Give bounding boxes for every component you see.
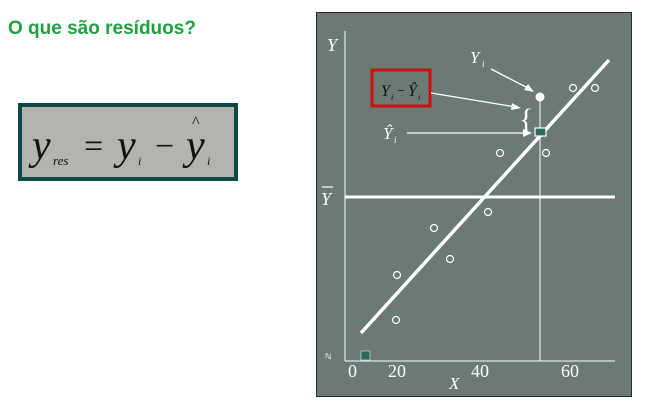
data-point bbox=[445, 254, 455, 264]
callout-residual-y-sub: i bbox=[391, 93, 393, 102]
mean-label: Y bbox=[321, 189, 333, 209]
regression-figure-panel: Y X 0 20 40 60 ℕ Y {Y i Y i − Ŷ i Ŷ i bbox=[316, 12, 632, 397]
data-point bbox=[590, 83, 600, 93]
callout-yhat-sub: i bbox=[394, 135, 397, 145]
formula-term1-var: y bbox=[113, 123, 136, 169]
residual-formula: y res = y i − ^ y i bbox=[28, 114, 210, 169]
predicted-point-marker bbox=[534, 127, 547, 137]
formula-minus: − bbox=[155, 128, 174, 165]
formula-equals: = bbox=[84, 128, 103, 165]
data-point bbox=[429, 223, 439, 233]
callout-yi-label: Y bbox=[470, 48, 481, 67]
y-axis-label: Y bbox=[327, 35, 339, 55]
data-point bbox=[495, 148, 505, 158]
origin-marker bbox=[360, 350, 371, 361]
data-point bbox=[392, 270, 402, 280]
data-points bbox=[391, 83, 600, 325]
callout-residual-minus: − bbox=[397, 84, 405, 99]
x-axis-label: X bbox=[448, 374, 460, 393]
residual-formula-box: y res = y i − ^ y i bbox=[18, 103, 238, 181]
callout-yi-arrow bbox=[490, 68, 531, 90]
formula-term2-var: y bbox=[182, 123, 205, 169]
observed-point-yi bbox=[535, 92, 545, 102]
data-point bbox=[568, 83, 578, 93]
corner-glyph: ℕ bbox=[325, 352, 331, 361]
data-point bbox=[391, 315, 401, 325]
data-point bbox=[483, 207, 493, 217]
regression-figure: Y X 0 20 40 60 ℕ Y {Y i Y i − Ŷ i Ŷ i bbox=[321, 31, 615, 393]
formula-term2-sub: i bbox=[207, 154, 210, 168]
x-tick-label: 0 bbox=[348, 361, 357, 381]
x-tick-label: 60 bbox=[561, 361, 579, 381]
callout-residual-arrow bbox=[430, 92, 517, 108]
formula-lhs-sub: res bbox=[53, 153, 68, 168]
callout-yhat-label: Ŷ bbox=[383, 124, 394, 143]
callout-yi-arrowhead bbox=[524, 84, 534, 92]
x-tick-label: 40 bbox=[471, 361, 489, 381]
formula-term1-sub: i bbox=[138, 154, 141, 168]
formula-lhs-var: y bbox=[28, 123, 51, 169]
callout-yi-sub: i bbox=[482, 59, 485, 69]
callout-residual-yhat-sub: i bbox=[418, 93, 420, 102]
data-point bbox=[541, 148, 551, 158]
slide-title: O que são resíduos? bbox=[8, 18, 196, 39]
x-tick-label: 20 bbox=[388, 361, 406, 381]
top-strip bbox=[0, 0, 665, 6]
